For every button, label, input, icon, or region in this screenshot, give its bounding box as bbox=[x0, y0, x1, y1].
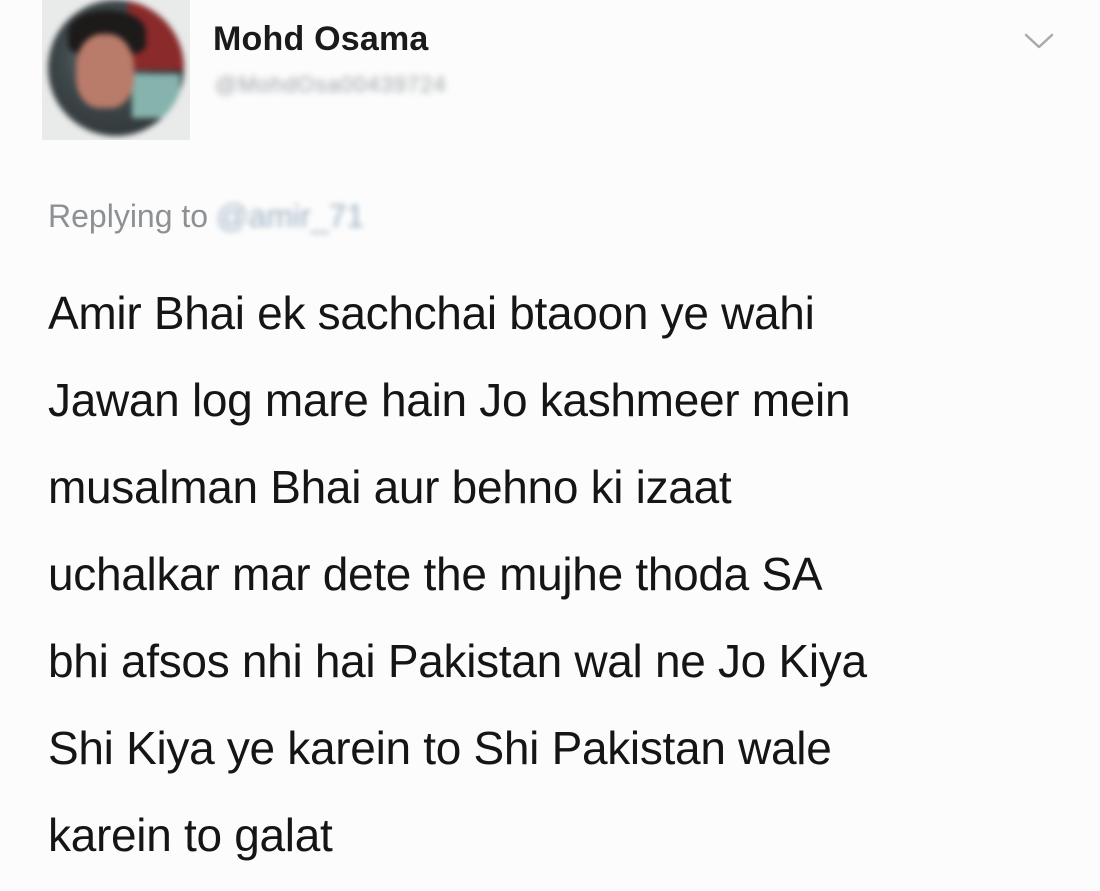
tweet-text: Amir Bhai ek sachchai btaoon ye wahi Jaw… bbox=[48, 270, 1088, 879]
avatar-image bbox=[48, 0, 184, 136]
tweet-text-line: Shi Kiya ye karein to Shi Pakistan wale bbox=[48, 722, 832, 774]
author-handle[interactable]: @MohdOsa00439724 bbox=[215, 72, 447, 98]
replying-to-label: Replying to bbox=[48, 198, 209, 234]
replying-to-line: Replying to @amir_71 bbox=[48, 198, 364, 235]
user-avatar[interactable] bbox=[42, 0, 190, 140]
tweet-card: Mohd Osama @MohdOsa00439724 Replying to @… bbox=[0, 0, 1100, 891]
tweet-text-line: uchalkar mar dete the mujhe thoda SA bbox=[48, 548, 823, 600]
tweet-text-line: musalman Bhai aur behno ki izaat bbox=[48, 461, 732, 513]
tweet-text-line: bhi afsos nhi hai Pakistan wal ne Jo Kiy… bbox=[48, 635, 867, 687]
replying-to-mention[interactable]: @amir_71 bbox=[216, 198, 364, 235]
author-name[interactable]: Mohd Osama bbox=[213, 20, 428, 59]
chevron-down-icon[interactable] bbox=[1022, 30, 1056, 52]
tweet-text-line: karein to galat bbox=[48, 809, 333, 861]
tweet-text-line: Amir Bhai ek sachchai btaoon ye wahi bbox=[48, 287, 815, 339]
tweet-text-line: Jawan log mare hain Jo kashmeer mein bbox=[48, 374, 851, 426]
